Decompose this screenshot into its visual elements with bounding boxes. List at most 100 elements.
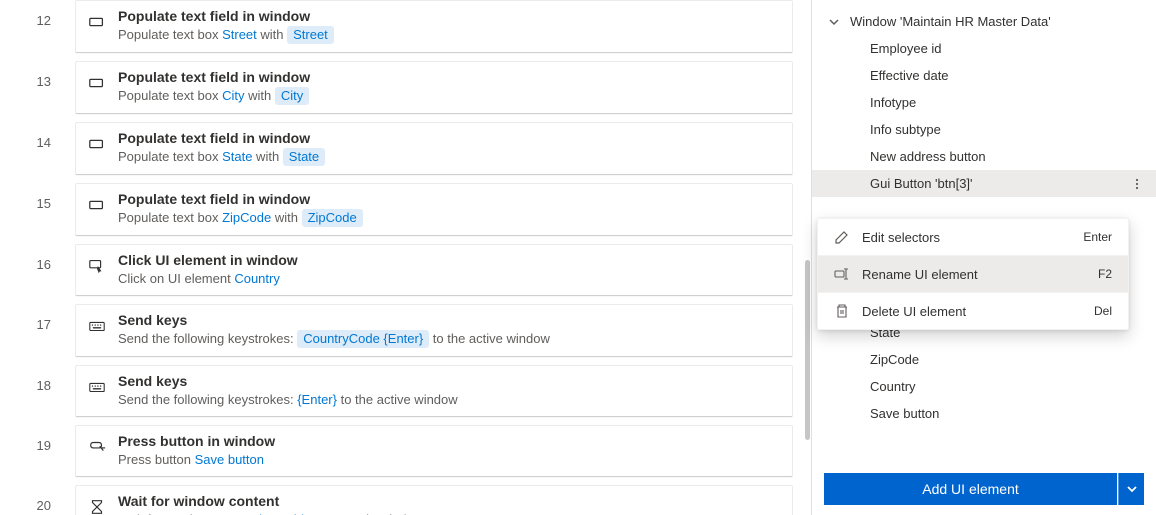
keys-icon (88, 378, 106, 396)
step-subtitle: Populate text box Street with Street (118, 26, 780, 44)
step-body: Populate text field in windowPopulate te… (118, 68, 780, 105)
step-card[interactable]: Populate text field in windowPopulate te… (75, 61, 793, 114)
ui-element-link[interactable]: City (222, 88, 244, 103)
step-card[interactable]: Click UI element in windowClick on UI el… (75, 244, 793, 296)
tree-item[interactable]: Country (812, 373, 1156, 400)
tree-item-label: Save button (870, 406, 939, 421)
step-subtitle: Send the following keystrokes: CountryCo… (118, 330, 780, 348)
tree-item[interactable]: Effective date (812, 62, 1156, 89)
tree-item[interactable]: Infotype (812, 89, 1156, 116)
step-subtitle: Populate text box City with City (118, 87, 780, 105)
more-icon[interactable] (1130, 177, 1144, 191)
step-row: 17 Send keysSend the following keystrokes… (20, 304, 793, 357)
tree-group-header[interactable]: Window 'Maintain HR Master Data' (812, 8, 1156, 35)
tree-item-label: New address button (870, 149, 986, 164)
step-number: 16 (20, 244, 75, 272)
text: Populate text box (118, 149, 222, 164)
pencil-icon (834, 229, 850, 245)
textbox-icon (88, 74, 106, 92)
menu-item-hotkey: Del (1094, 304, 1112, 318)
step-body: Wait for window contentWait for UI eleme… (118, 492, 780, 515)
menu-item-label: Rename UI element (862, 267, 1086, 282)
tree-item[interactable]: New address button (812, 143, 1156, 170)
step-body: Send keysSend the following keystrokes: … (118, 372, 780, 408)
tree-item-label: Info subtype (870, 122, 941, 137)
step-body: Populate text field in windowPopulate te… (118, 7, 780, 44)
step-number: 20 (20, 485, 75, 513)
step-row: 19Press button in windowPress button Sav… (20, 425, 793, 477)
step-row: 12 Populate text field in windowPopulate … (20, 0, 793, 53)
step-title: Populate text field in window (118, 7, 780, 25)
step-body: Populate text field in windowPopulate te… (118, 190, 780, 227)
tree-item-label: Infotype (870, 95, 916, 110)
step-card[interactable]: Wait for window contentWait for UI eleme… (75, 485, 793, 515)
click-icon (88, 257, 106, 275)
step-subtitle: Populate text box State with State (118, 148, 780, 166)
text: Press button (118, 452, 195, 467)
step-subtitle: Populate text box ZipCode with ZipCode (118, 209, 780, 227)
tree-item-label: ZipCode (870, 352, 919, 367)
add-button-row: Add UI element (812, 463, 1156, 515)
step-title: Wait for window content (118, 492, 780, 510)
step-number: 12 (20, 0, 75, 28)
step-card[interactable]: Populate text field in windowPopulate te… (75, 0, 793, 53)
context-menu-item[interactable]: Edit selectorsEnter (818, 219, 1128, 255)
step-body: Send keysSend the following keystrokes: … (118, 311, 780, 348)
text: with (252, 149, 282, 164)
step-number: 17 (20, 304, 75, 332)
variable-chip[interactable]: State (283, 148, 325, 166)
tree-item[interactable]: Info subtype (812, 116, 1156, 143)
tree-item[interactable]: Gui Button 'btn[3]' (812, 170, 1156, 197)
ui-element-link[interactable]: ZipCode (222, 210, 271, 225)
step-card[interactable]: Populate text field in windowPopulate te… (75, 183, 793, 236)
step-body: Populate text field in windowPopulate te… (118, 129, 780, 166)
tree-item-label: Employee id (870, 41, 942, 56)
tree-item[interactable]: Save button (812, 400, 1156, 427)
text: Populate text box (118, 210, 222, 225)
textbox-icon (88, 196, 106, 214)
step-title: Send keys (118, 372, 780, 390)
text: to the active window (337, 392, 458, 407)
text: Populate text box (118, 88, 222, 103)
step-title: Send keys (118, 311, 780, 329)
text: to the active window (429, 331, 550, 346)
step-row: 15Populate text field in windowPopulate … (20, 183, 793, 236)
variable-chip[interactable]: City (275, 87, 309, 105)
step-card[interactable]: Press button in windowPress button Save … (75, 425, 793, 477)
tree-item[interactable]: Employee id (812, 35, 1156, 62)
text: with (271, 210, 301, 225)
text: Send the following keystrokes: (118, 392, 297, 407)
step-subtitle: Wait for UI element Employee id to appea… (118, 511, 780, 515)
tree-item-label: Country (870, 379, 916, 394)
menu-item-label: Edit selectors (862, 230, 1071, 245)
step-title: Populate text field in window (118, 129, 780, 147)
tree-group-label: Window 'Maintain HR Master Data' (850, 14, 1051, 29)
step-card[interactable]: Populate text field in windowPopulate te… (75, 122, 793, 175)
chevron-down-icon (1126, 483, 1138, 495)
step-subtitle: Click on UI element Country (118, 270, 780, 287)
ui-element-link[interactable]: {Enter} (297, 392, 337, 407)
tree-item-label: Gui Button 'btn[3]' (870, 176, 973, 191)
step-number: 14 (20, 122, 75, 150)
variable-chip[interactable]: Street (287, 26, 334, 44)
context-menu-item[interactable]: Delete UI elementDel (818, 292, 1128, 329)
step-title: Click UI element in window (118, 251, 780, 269)
ui-element-link[interactable]: Country (234, 271, 280, 286)
add-ui-element-button[interactable]: Add UI element (824, 473, 1117, 505)
variable-chip[interactable]: ZipCode (302, 209, 363, 227)
variable-chip[interactable]: CountryCode {Enter} (297, 330, 429, 348)
step-row: 14Populate text field in windowPopulate … (20, 122, 793, 175)
ui-element-link[interactable]: Save button (195, 452, 264, 467)
ui-element-link[interactable]: Street (222, 27, 257, 42)
step-subtitle: Send the following keystrokes: {Enter} t… (118, 391, 780, 408)
step-card[interactable]: Send keysSend the following keystrokes: … (75, 365, 793, 417)
text: with (244, 88, 274, 103)
scrollbar-thumb[interactable] (805, 260, 810, 440)
step-card[interactable]: Send keysSend the following keystrokes: … (75, 304, 793, 357)
step-number: 13 (20, 61, 75, 89)
ui-element-link[interactable]: State (222, 149, 252, 164)
tree-item[interactable]: ZipCode (812, 346, 1156, 373)
add-ui-element-split[interactable] (1118, 473, 1144, 505)
step-number: 19 (20, 425, 75, 453)
context-menu-item[interactable]: Rename UI elementF2 (818, 255, 1128, 292)
